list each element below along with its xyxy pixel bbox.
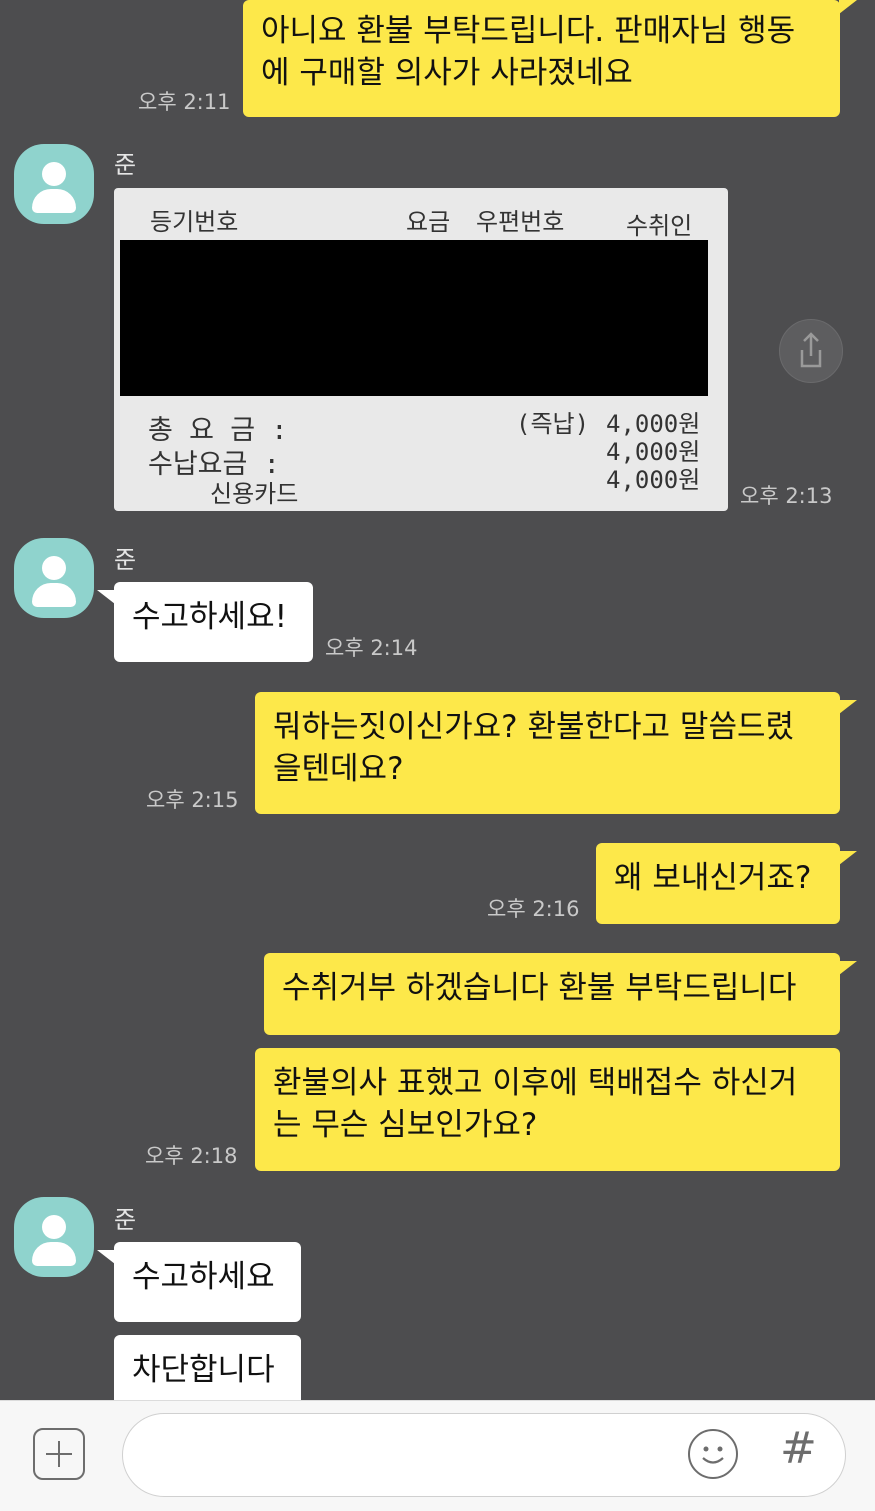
- plus-icon[interactable]: [33, 1428, 85, 1480]
- message-time: 오후 2:15: [146, 788, 239, 812]
- avatar[interactable]: [14, 538, 94, 618]
- my-message-bubble[interactable]: 수취거부 하겠습니다 환불 부탁드립니다: [264, 953, 840, 1035]
- receipt-card-value: 4,000원: [606, 466, 701, 494]
- redacted-area: [120, 240, 708, 396]
- message-time: 오후 2:13: [740, 484, 833, 508]
- emoji-icon[interactable]: [688, 1429, 738, 1479]
- share-icon: [800, 332, 822, 368]
- my-message-bubble[interactable]: 환불의사 표했고 이후에 택배접수 하신거는 무슨 심보인가요?: [255, 1048, 840, 1171]
- other-message-bubble[interactable]: 수고하세요!: [114, 582, 313, 662]
- receipt-photo[interactable]: 등기번호 요금 우편번호 수취인 총 요 금 : (즉납) 4,000원 수납요…: [114, 188, 728, 511]
- bubble-tail: [97, 1250, 115, 1264]
- my-message-bubble[interactable]: 왜 보내신거죠?: [596, 843, 840, 924]
- smiley-face: [702, 1446, 724, 1464]
- receipt-col-zip: 우편번호: [476, 208, 565, 236]
- other-message-bubble[interactable]: 수고하세요: [114, 1242, 301, 1322]
- message-input-bar: #: [0, 1400, 875, 1511]
- message-time: 오후 2:11: [138, 90, 231, 114]
- receipt-col-registration: 등기번호: [150, 208, 239, 236]
- share-button[interactable]: [779, 319, 843, 383]
- bubble-tail: [839, 700, 857, 714]
- hashtag-icon[interactable]: #: [780, 1423, 817, 1474]
- message-time: 오후 2:16: [487, 897, 580, 921]
- sender-name: 준: [114, 546, 137, 574]
- receipt-col-recipient: 수취인: [626, 212, 693, 240]
- avatar[interactable]: [14, 1197, 94, 1277]
- bubble-tail: [97, 590, 115, 604]
- sender-name: 준: [114, 1206, 137, 1234]
- chat-area[interactable]: 오후 2:11 아니요 환불 부탁드립니다. 판매자님 행동에 구매할 의사가 …: [0, 0, 875, 1400]
- other-message-bubble[interactable]: 차단합니다: [114, 1335, 301, 1400]
- bubble-tail: [839, 851, 857, 865]
- receipt-immediate: (즉납): [516, 410, 590, 438]
- my-message-bubble[interactable]: 뭐하는짓이신가요? 환불한다고 말씀드렸을텐데요?: [255, 692, 840, 814]
- bubble-tail: [839, 961, 857, 975]
- message-time: 오후 2:18: [145, 1144, 238, 1168]
- my-message-bubble[interactable]: 아니요 환불 부탁드립니다. 판매자님 행동에 구매할 의사가 사라졌네요: [243, 0, 840, 117]
- bubble-tail: [839, 0, 857, 14]
- receipt-card-label: 신용카드: [210, 480, 299, 508]
- message-time: 오후 2:14: [325, 636, 418, 660]
- avatar[interactable]: [14, 144, 94, 224]
- sender-name: 준: [114, 151, 137, 179]
- receipt-col-fee: 요금: [406, 208, 451, 236]
